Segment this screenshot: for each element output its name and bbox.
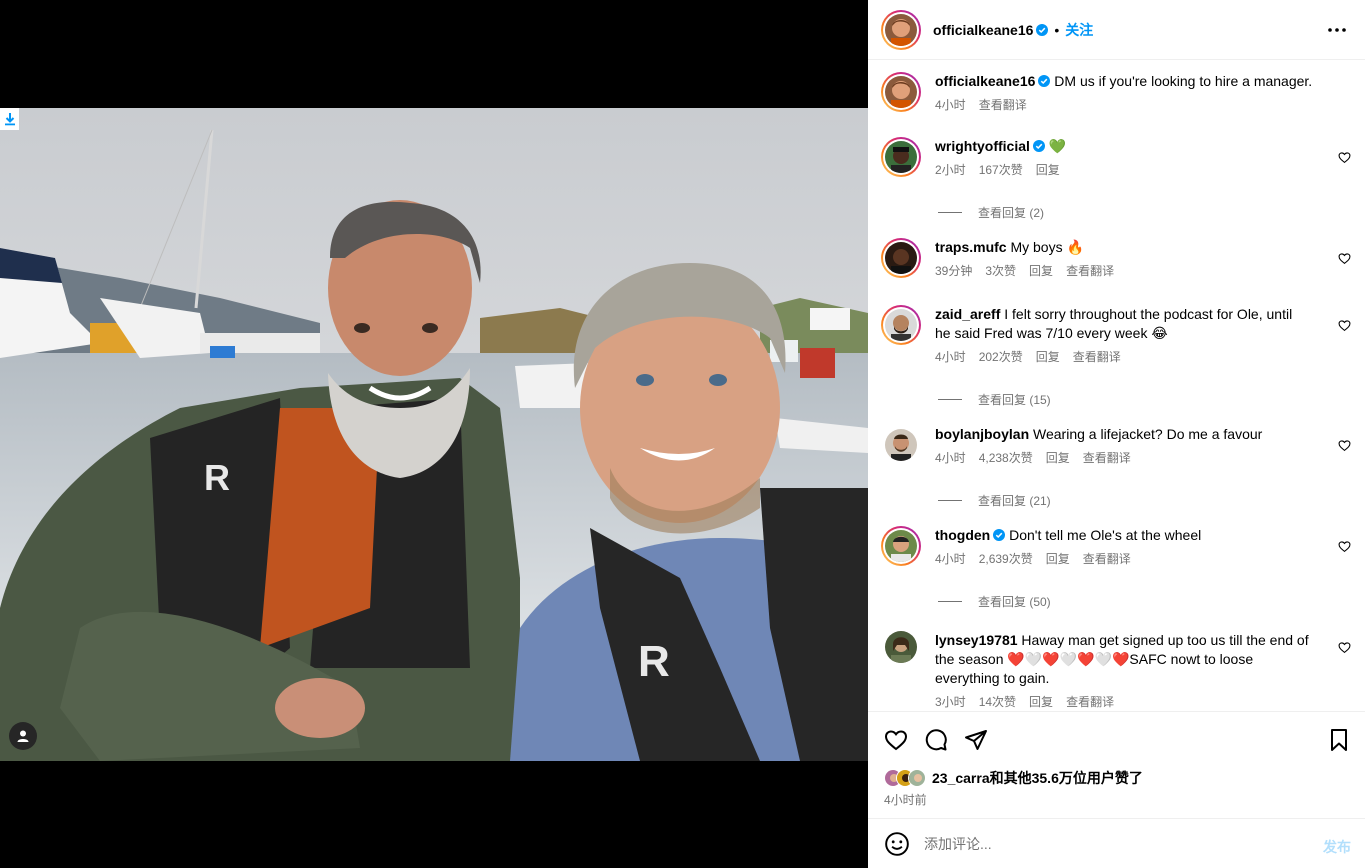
post-comment-button[interactable]: 发布	[1323, 837, 1351, 857]
comment-likes[interactable]: 4,238次赞	[979, 449, 1033, 466]
comment-icon[interactable]	[924, 728, 948, 752]
view-replies-button[interactable]: 查看回复 (2)	[938, 204, 1044, 221]
avatar	[908, 769, 926, 787]
caption-time: 4小时	[935, 98, 966, 112]
liker-avatars	[884, 769, 926, 787]
view-replies-label: 查看回复 (50)	[978, 595, 1051, 609]
share-icon[interactable]	[964, 728, 988, 752]
author-avatar[interactable]	[881, 9, 921, 50]
view-replies-label: 查看回复 (21)	[978, 494, 1051, 508]
download-icon[interactable]	[0, 108, 19, 130]
post-media: R R	[0, 0, 868, 868]
separator-dot: •	[1054, 21, 1060, 38]
view-replies-button[interactable]: 查看回复 (21)	[938, 492, 1051, 509]
heart-icon[interactable]	[1338, 151, 1351, 164]
comment-username[interactable]: boylanjboylan	[935, 426, 1029, 442]
comment-text: Don't tell me Ole's at the wheel	[1009, 527, 1202, 543]
translate-link[interactable]: 查看翻译	[1083, 449, 1131, 466]
comment-likes[interactable]: 202次赞	[979, 348, 1023, 365]
translate-link[interactable]: 查看翻译	[1066, 693, 1114, 710]
comment-time: 4小时	[935, 350, 966, 364]
more-horizontal-icon[interactable]	[1325, 20, 1349, 40]
view-replies-button[interactable]: 查看回复 (15)	[938, 391, 1051, 408]
author-username[interactable]: officialkeane16	[933, 22, 1033, 38]
svg-text:R: R	[638, 637, 670, 686]
comment-input[interactable]	[924, 835, 1304, 852]
translate-link[interactable]: 查看翻译	[1083, 550, 1131, 567]
caption-avatar[interactable]	[881, 72, 921, 112]
comment-time: 2小时	[935, 163, 966, 177]
verified-badge-icon	[1038, 75, 1051, 87]
caption-text: DM us if you're looking to hire a manage…	[1054, 73, 1313, 89]
comment-text: Wearing a lifejacket? Do me a favour	[1033, 426, 1263, 442]
comment-text: My boys 🔥	[1010, 239, 1084, 255]
caption-username[interactable]: officialkeane16	[935, 73, 1035, 89]
heart-icon[interactable]	[1338, 641, 1351, 654]
verified-badge-icon	[1032, 140, 1045, 152]
heart-icon[interactable]	[1338, 540, 1351, 553]
reply-link[interactable]: 回复	[1029, 693, 1053, 710]
comment-username[interactable]: traps.mufc	[935, 239, 1007, 255]
user-tag-icon[interactable]	[9, 722, 37, 750]
translate-link[interactable]: 查看翻译	[1073, 348, 1121, 365]
comment-time: 4小时	[935, 451, 966, 465]
comment-avatar[interactable]	[881, 137, 921, 177]
emoji-icon[interactable]	[884, 831, 910, 857]
reply-link[interactable]: 回复	[1046, 550, 1070, 567]
comment-avatar[interactable]	[885, 429, 917, 464]
translate-link[interactable]: 查看翻译	[1066, 262, 1114, 279]
heart-icon[interactable]	[1338, 252, 1351, 265]
heart-icon[interactable]	[884, 728, 908, 752]
comment-username[interactable]: lynsey19781	[935, 632, 1018, 648]
comment-avatar[interactable]	[881, 526, 921, 566]
comment-avatar[interactable]	[881, 305, 921, 345]
post-timestamp: 4小时前	[884, 793, 927, 807]
view-replies-label: 查看回复 (15)	[978, 393, 1051, 407]
post-header: officialkeane16 • 关注	[868, 0, 1365, 60]
comment-likes[interactable]: 14次赞	[979, 693, 1016, 710]
comment-time: 4小时	[935, 552, 966, 566]
comment-likes[interactable]: 167次赞	[979, 161, 1023, 178]
comment-avatar[interactable]	[885, 631, 917, 666]
comment-avatar[interactable]	[881, 238, 921, 278]
comments-list[interactable]: officialkeane16 DM us if you're looking …	[868, 60, 1365, 711]
comment-likes[interactable]: 3次赞	[985, 262, 1016, 279]
view-replies-button[interactable]: 查看回复 (50)	[938, 593, 1051, 610]
comment-time: 39分钟	[935, 264, 973, 278]
translate-link[interactable]: 查看翻译	[979, 96, 1027, 113]
verified-badge-icon	[1036, 23, 1049, 36]
heart-icon[interactable]	[1338, 319, 1351, 332]
comment-time: 3小时	[935, 695, 966, 709]
likes-summary[interactable]: 23_carra和其他35.6万位用户赞了	[884, 768, 1143, 788]
post-side-panel: officialkeane16 • 关注 officialkeane16 DM …	[868, 0, 1365, 868]
svg-text:R: R	[204, 457, 230, 498]
comment-username[interactable]: thogden	[935, 527, 990, 543]
verified-badge-icon	[993, 529, 1006, 541]
reply-link[interactable]: 回复	[1036, 161, 1060, 178]
post-photo[interactable]: R R	[0, 108, 868, 761]
comment-text: 💚	[1048, 138, 1067, 154]
heart-icon[interactable]	[1338, 439, 1351, 452]
comment-username[interactable]: zaid_areff	[935, 306, 1000, 322]
post-actions: 23_carra和其他35.6万位用户赞了 4小时前	[868, 711, 1365, 818]
comment-username[interactable]: wrightyofficial	[935, 138, 1030, 154]
likes-text[interactable]: 23_carra和其他35.6万位用户赞了	[932, 768, 1143, 788]
comment-composer: 发布	[868, 818, 1365, 868]
comment-likes[interactable]: 2,639次赞	[979, 550, 1033, 567]
photo-illustration: R R	[0, 108, 868, 761]
reply-link[interactable]: 回复	[1046, 449, 1070, 466]
reply-link[interactable]: 回复	[1029, 262, 1053, 279]
reply-link[interactable]: 回复	[1036, 348, 1060, 365]
follow-button[interactable]: 关注	[1065, 20, 1093, 40]
view-replies-label: 查看回复 (2)	[978, 206, 1045, 220]
bookmark-icon[interactable]	[1327, 728, 1351, 752]
